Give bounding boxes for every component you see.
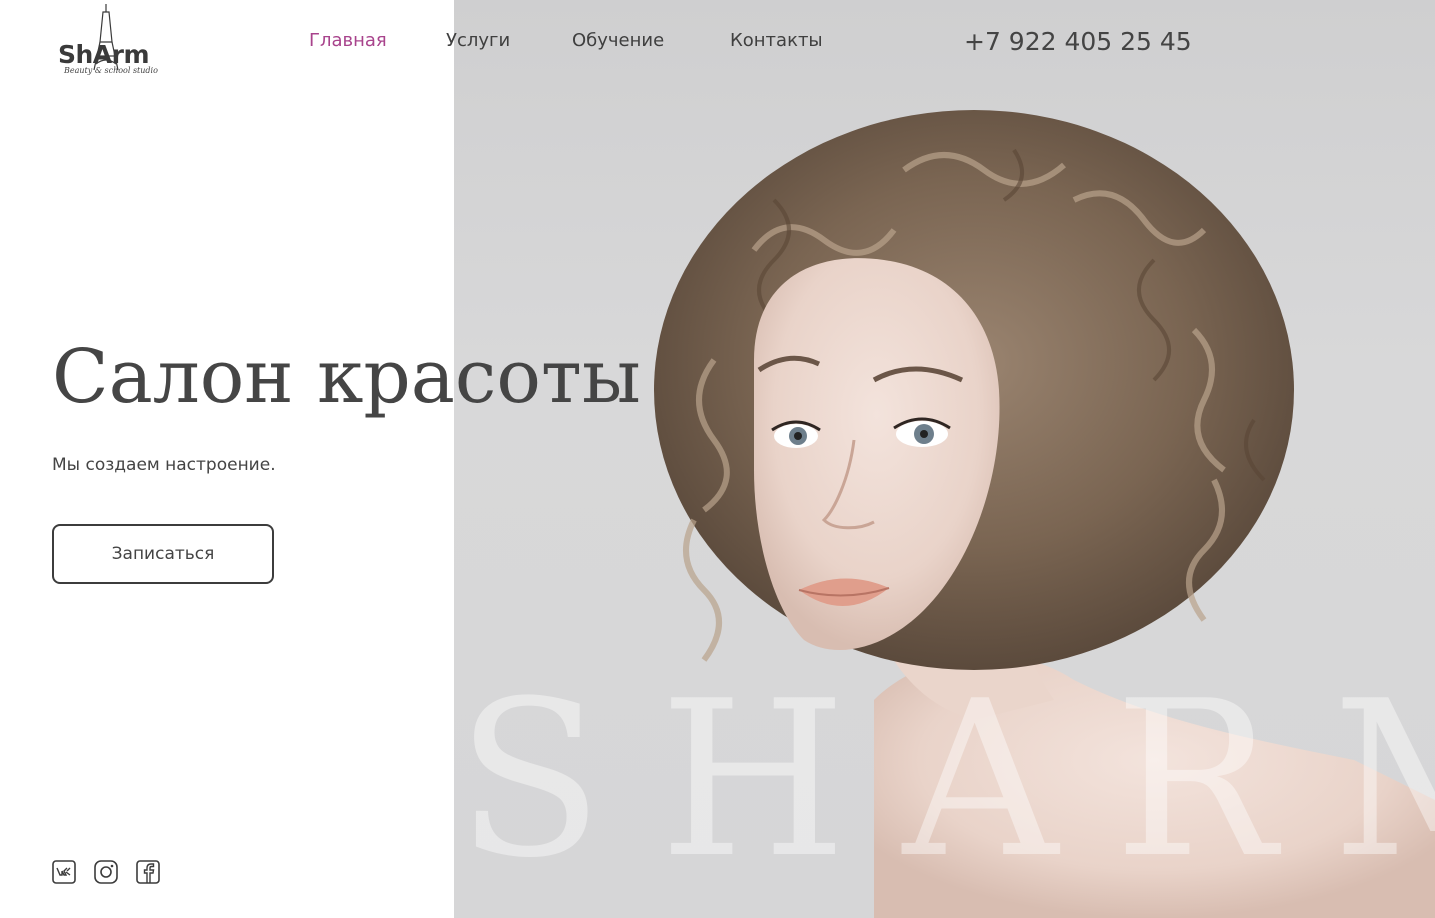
nav-link-home[interactable]: Главная bbox=[309, 30, 387, 51]
vk-icon[interactable] bbox=[52, 860, 76, 884]
phone-link[interactable]: +7 922 405 25 45 bbox=[964, 27, 1192, 56]
nav-link-training[interactable]: Обучение bbox=[572, 30, 664, 51]
logo-tagline: Beauty & school studio bbox=[64, 66, 158, 75]
watermark-text: SHARM bbox=[456, 654, 1435, 905]
logo-wordmark: ShArm bbox=[58, 40, 150, 69]
facebook-icon[interactable] bbox=[136, 860, 160, 884]
nav-link-services[interactable]: Услуги bbox=[446, 30, 510, 51]
hero-title: Салон красоты bbox=[52, 334, 641, 420]
hero-subtitle: Мы создаем настроение. bbox=[52, 455, 276, 475]
book-button[interactable]: Записаться bbox=[52, 524, 274, 584]
nav-link-contacts[interactable]: Контакты bbox=[730, 30, 823, 51]
instagram-icon[interactable] bbox=[94, 860, 118, 884]
brand-logo[interactable]: ShArm Beauty & school studio bbox=[56, 2, 166, 80]
